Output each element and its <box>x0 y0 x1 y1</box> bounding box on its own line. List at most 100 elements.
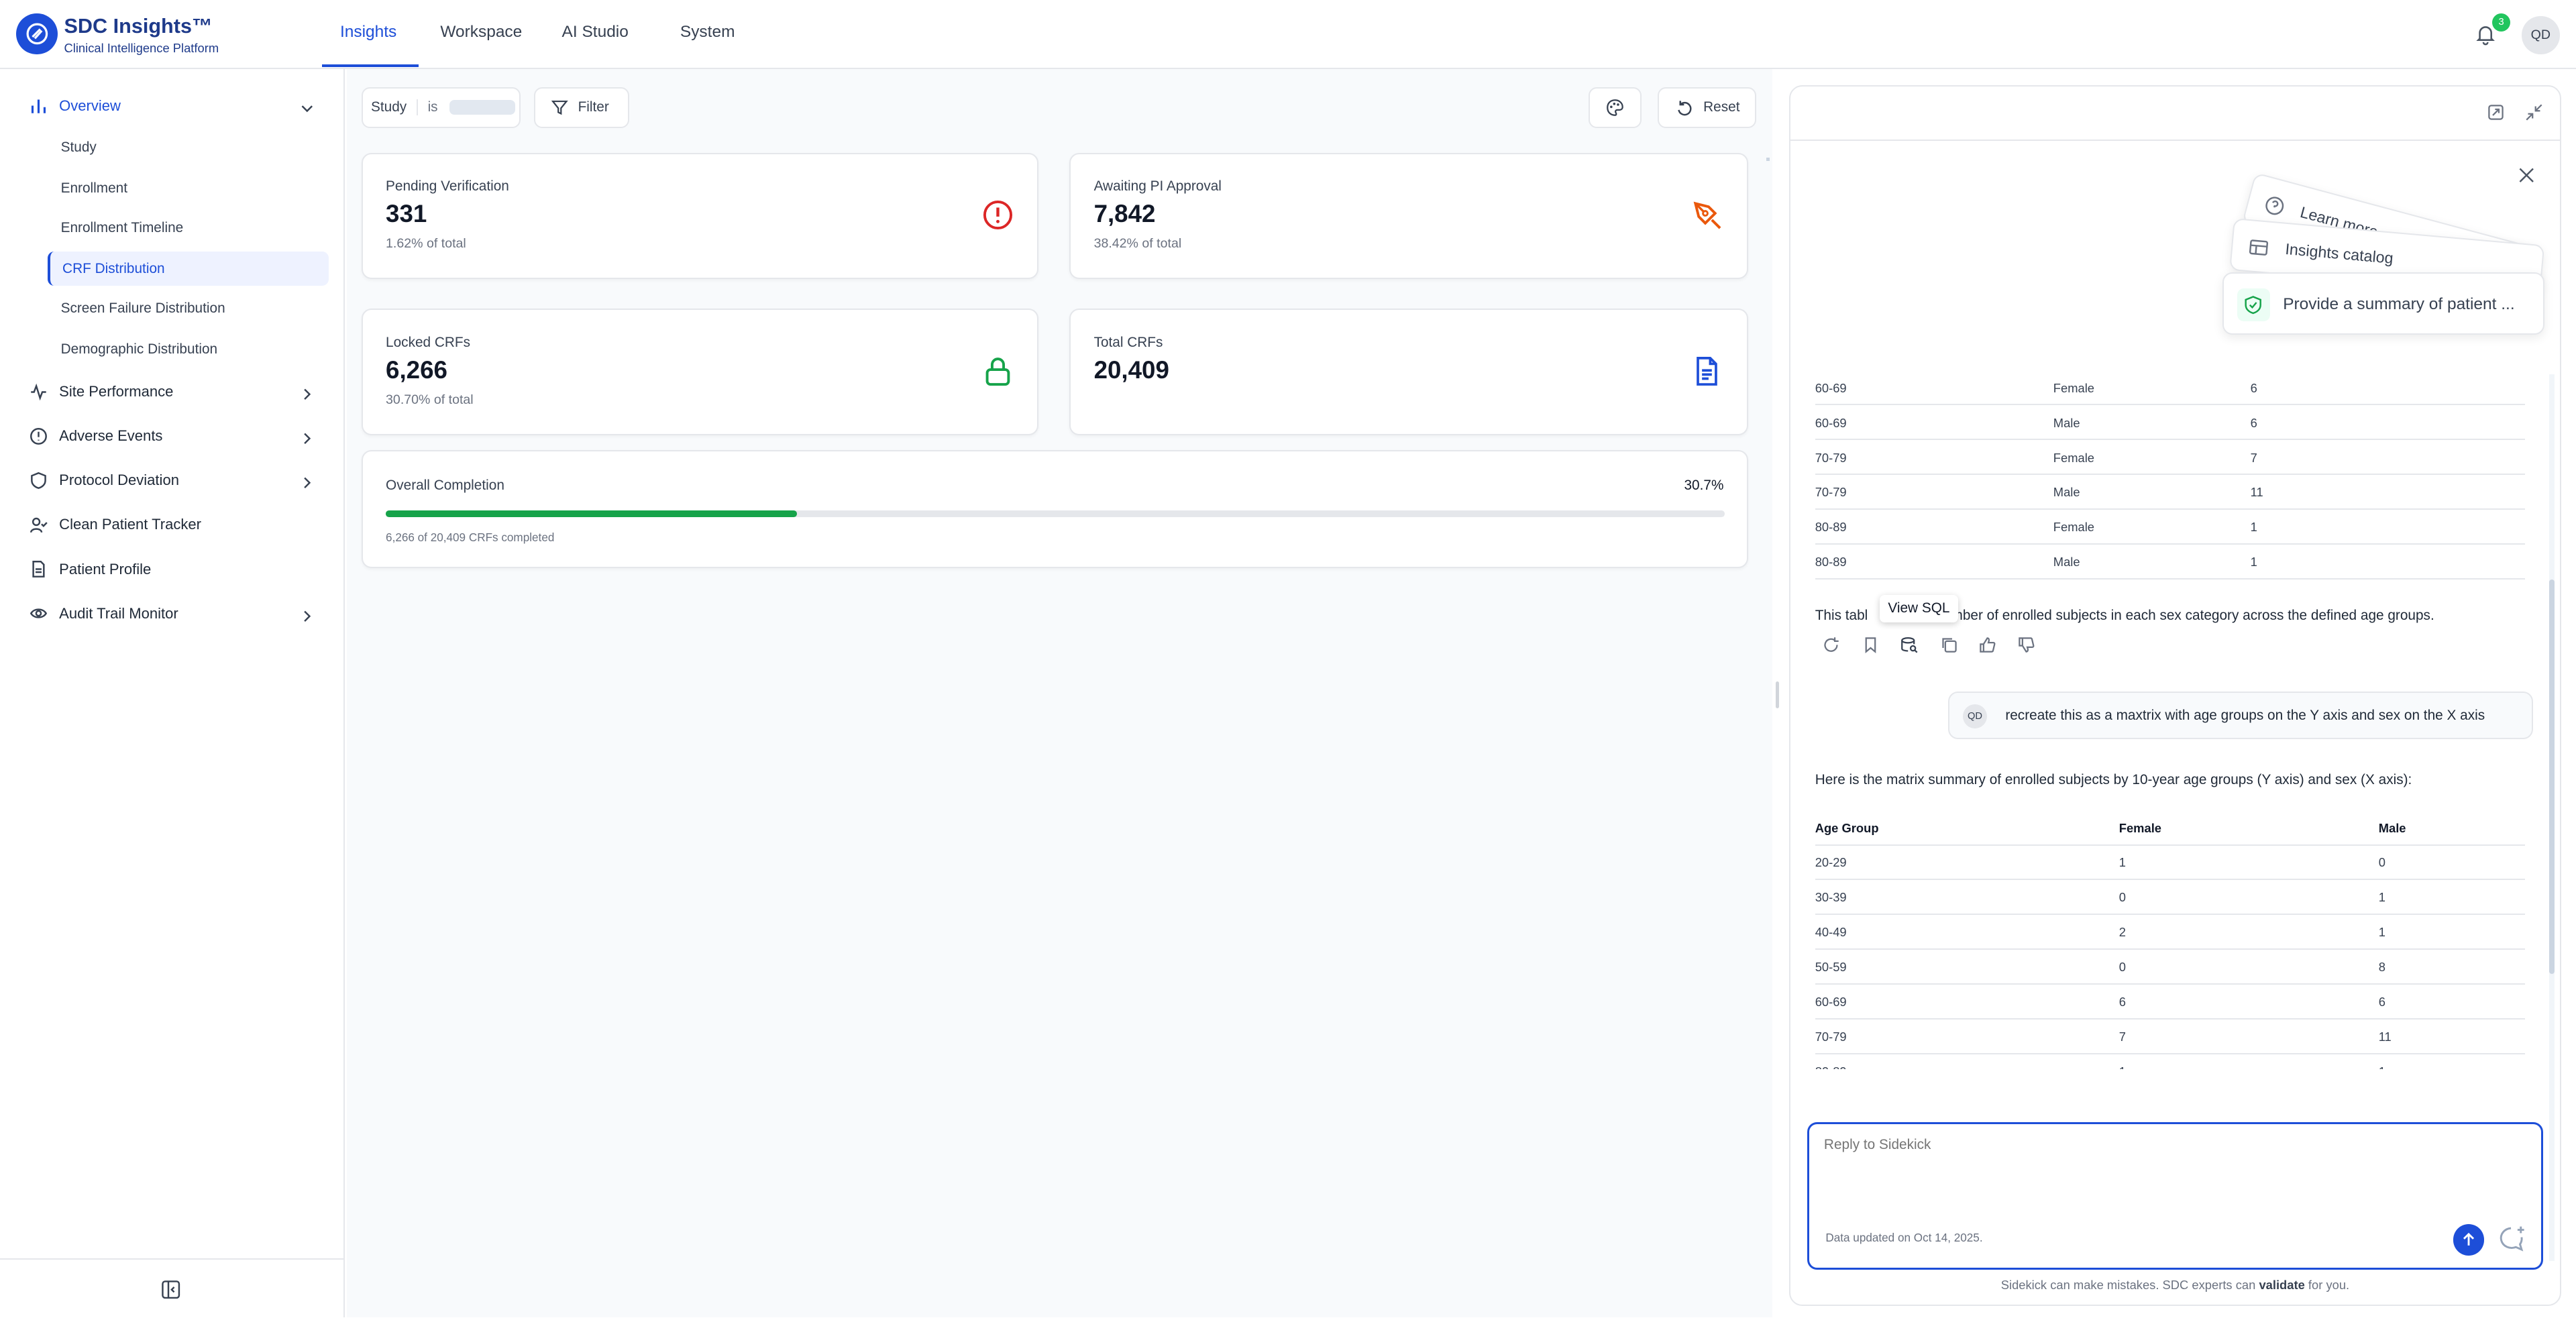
chevron-down-icon[interactable] <box>301 102 314 115</box>
dashboard-main: Study is Filter Reset Pending Verificati… <box>346 68 1773 1318</box>
table-cell: Male <box>2053 555 2080 569</box>
theme-button[interactable] <box>1589 87 1642 128</box>
kpi-label: Pending Verification <box>386 178 509 195</box>
user-message-text: recreate this as a maxtrix with age grou… <box>2005 707 2485 723</box>
help-circle-icon <box>2265 197 2284 215</box>
sidebar-item-screen-failure[interactable]: Screen Failure Distribution <box>61 300 225 317</box>
study-filter-chip[interactable]: Study is <box>361 87 521 128</box>
thumbs-up-icon[interactable] <box>1978 636 1996 654</box>
undo-icon <box>1677 101 1692 116</box>
completion-progress-fill <box>386 510 797 517</box>
chevron-right-icon[interactable] <box>301 476 314 490</box>
panel-scrollbar-track[interactable] <box>2549 374 2555 1262</box>
sidebar-item-enrollment-timeline[interactable]: Enrollment Timeline <box>61 220 184 236</box>
suggestion-label: Insights catalog <box>2284 240 2394 268</box>
panel-scrollbar-thumb[interactable] <box>2549 580 2555 974</box>
kpi-subtext: 1.62% of total <box>386 236 466 252</box>
filter-button-label: Filter <box>578 99 609 115</box>
user-avatar[interactable]: QD <box>2522 16 2560 54</box>
table-row: 80-89 Female 1 <box>1815 510 2525 545</box>
validate-link[interactable]: validate <box>2259 1278 2304 1292</box>
thumbs-down-icon[interactable] <box>2017 636 2035 654</box>
bookmark-icon[interactable] <box>1862 636 1880 654</box>
sidebar-item-clean-patient-tracker[interactable]: Clean Patient Tracker <box>30 516 201 534</box>
table-cell: 6 <box>2250 415 2257 430</box>
reply-box[interactable]: Data updated on Oct 14, 2025. <box>1807 1121 2544 1270</box>
lock-icon <box>985 357 1010 386</box>
tab-insights[interactable]: Insights <box>340 23 396 42</box>
copy-icon[interactable] <box>1940 636 1958 654</box>
sidebar-item-audit-trail-monitor[interactable]: Audit Trail Monitor <box>30 604 178 622</box>
top-bar: SDC Insights™ Clinical Intelligence Plat… <box>0 0 2576 69</box>
shield-icon <box>31 472 46 489</box>
send-button[interactable] <box>2453 1224 2485 1256</box>
sidebar-collapse-icon[interactable] <box>161 1280 180 1299</box>
table-cell: 1 <box>2250 520 2257 535</box>
chevron-right-icon[interactable] <box>301 388 314 401</box>
arrow-up-icon <box>2463 1233 2475 1246</box>
completion-subtext: 6,266 of 20,409 CRFs completed <box>386 530 555 544</box>
suggestion-summary[interactable]: Provide a summary of patient ... <box>2222 272 2545 335</box>
matrix-cell: 20-29 <box>1815 855 1847 870</box>
reply-input[interactable] <box>1823 1137 2514 1203</box>
sidebar-item-label: Audit Trail Monitor <box>59 604 178 622</box>
table-row: 60-69 Female 6 <box>1815 371 2525 406</box>
disclaimer: Sidekick can make mistakes. SDC experts … <box>1789 1278 2561 1293</box>
table-row: 60-69 Male 6 <box>1815 406 2525 441</box>
database-search-icon[interactable] <box>1900 636 1919 654</box>
chevron-right-icon[interactable] <box>301 610 314 623</box>
kpi-card-pending-verification: Pending Verification 331 1.62% of total <box>361 152 1038 280</box>
view-sql-tooltip: View SQL <box>1879 594 1959 623</box>
sidebar-item-label: Protocol Deviation <box>59 472 179 489</box>
logo-icon[interactable] <box>16 13 58 54</box>
table-row: 80-89 Male 1 <box>1815 545 2525 580</box>
disclaimer-end: for you. <box>2308 1278 2350 1293</box>
table-cell: Male <box>2053 485 2080 500</box>
pen-tool-icon <box>1694 201 1721 229</box>
matrix-cell: 1 <box>2118 855 2126 870</box>
panel-header-divider <box>1790 139 2560 142</box>
sidebar-divider <box>0 1258 343 1260</box>
sidebar-item-study[interactable]: Study <box>61 140 97 156</box>
matrix-cell: 6 <box>2118 995 2126 1009</box>
matrix-row: 80-89 1 1 <box>1815 1054 2525 1069</box>
completion-percent: 30.7% <box>1684 478 1724 494</box>
table-icon <box>2249 240 2269 256</box>
tab-ai-studio[interactable]: AI Studio <box>562 23 629 42</box>
minimize-icon[interactable] <box>2525 103 2543 121</box>
refresh-icon[interactable] <box>1822 636 1840 654</box>
caption-end: umber of enrolled subjects in each sex c… <box>1943 607 2434 623</box>
matrix-cell: 60-69 <box>1815 995 1847 1009</box>
bar-chart-icon <box>31 99 46 114</box>
app-root: SDC Insights™ Clinical Intelligence Plat… <box>0 0 2576 1318</box>
chevron-right-icon[interactable] <box>301 432 314 445</box>
document-icon <box>1697 356 1718 386</box>
open-external-icon[interactable] <box>2487 103 2505 121</box>
sidebar-item-protocol-deviation[interactable]: Protocol Deviation <box>30 472 179 490</box>
sidebar-item-site-performance[interactable]: Site Performance <box>30 383 173 401</box>
table-cell: 70-79 <box>1815 450 1847 465</box>
resize-handle[interactable] <box>1776 681 1780 708</box>
sidebar-item-overview[interactable]: Overview <box>30 97 121 115</box>
tab-workspace[interactable]: Workspace <box>440 23 522 42</box>
table-cell: Female <box>2053 450 2095 465</box>
kpi-label: Awaiting PI Approval <box>1093 178 1222 195</box>
alert-circle-icon <box>983 200 1012 229</box>
study-filter-label: Study <box>371 99 407 115</box>
reset-button[interactable]: Reset <box>1658 87 1756 128</box>
eye-icon <box>30 608 48 618</box>
tab-system[interactable]: System <box>680 23 735 42</box>
sidebar-item-adverse-events[interactable]: Adverse Events <box>30 427 162 445</box>
sidebar-item-enrollment[interactable]: Enrollment <box>61 180 127 197</box>
sidebar-item-demographic[interactable]: Demographic Distribution <box>61 341 218 358</box>
close-icon[interactable] <box>2518 167 2534 183</box>
sidebar-item-patient-profile[interactable]: Patient Profile <box>30 560 151 578</box>
matrix-cell: 8 <box>2378 960 2385 975</box>
sidebar-item-crf-distribution[interactable]: CRF Distribution <box>62 261 165 277</box>
matrix-cell: 0 <box>2378 855 2385 870</box>
new-chat-icon[interactable] <box>2496 1224 2526 1254</box>
user-check-icon <box>30 517 48 533</box>
filter-button[interactable]: Filter <box>533 87 629 128</box>
kpi-value: 20,409 <box>1093 355 1169 384</box>
matrix-cell: 50-59 <box>1815 960 1847 975</box>
